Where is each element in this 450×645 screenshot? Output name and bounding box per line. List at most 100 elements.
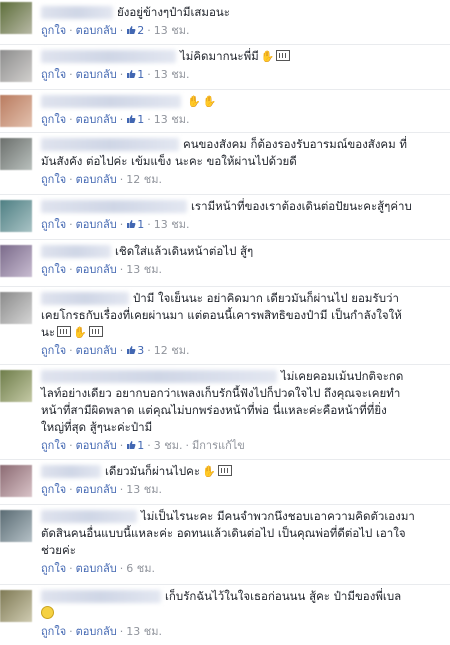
comment-item: ไม่เคยคอมเม้นปกติจะกด ไลท์อย่างเดียว อยา… — [0, 364, 450, 459]
edited-label[interactable]: มีการแก้ไข — [192, 439, 245, 452]
thumbs-up-icon — [127, 115, 136, 123]
comment-text: ไลท์อย่างเดียว อยากบอกว่าเพลงเก็บรักนี้ฟ… — [41, 386, 401, 400]
like-button[interactable]: ถูกใจ — [41, 439, 66, 452]
comment-time[interactable]: 13 ชม. — [154, 24, 190, 37]
comment-text: นะ — [41, 325, 56, 339]
avatar[interactable] — [0, 50, 32, 82]
avatar[interactable] — [0, 292, 32, 324]
comment-item: ป๋ามี ใจเย็นนะ อย่าคิดมาก เดียวมันก็ผ่าน… — [0, 286, 450, 364]
hand-emoji-icon: ✋ — [202, 95, 217, 108]
unsupported-emoji-icon — [276, 50, 291, 61]
avatar[interactable] — [0, 510, 32, 542]
comment-item: ไม่เป็นไรนะคะ มีคนจำพวกนึงชอบเอาความคิดต… — [0, 504, 450, 584]
avatar[interactable] — [0, 138, 32, 170]
comment-meta: ถูกใจ · ตอบกลับ · 1 · 13 ชม. — [41, 113, 190, 126]
comment-meta: ถูกใจ · ตอบกลับ · 3 · 12 ชม. — [41, 344, 190, 357]
comment-meta: ถูกใจ · ตอบกลับ · 13 ชม. — [41, 483, 162, 496]
hand-emoji-icon: ✋ — [73, 326, 87, 339]
reply-button[interactable]: ตอบกลับ — [76, 218, 117, 231]
unsupported-emoji-icon — [88, 326, 103, 337]
commenter-name[interactable] — [41, 292, 129, 305]
hand-emoji-icon: ✋ — [202, 465, 216, 478]
like-button[interactable]: ถูกใจ — [41, 263, 66, 276]
unsupported-emoji-icon — [57, 326, 72, 337]
like-button[interactable]: ถูกใจ — [41, 218, 66, 231]
like-button[interactable]: ถูกใจ — [41, 625, 66, 638]
comment-text: เคยโกรธกับเรื่องที่เคยผ่านมา แต่ตอนนี้เค… — [41, 308, 402, 322]
comment-meta: ถูกใจ · ตอบกลับ · 13 ชม. — [41, 263, 162, 276]
comment-text: หน้าที่สามีผิดพลาด แต่คุณไม่บกพร่องหน้าท… — [41, 403, 387, 417]
commenter-name[interactable] — [41, 50, 176, 63]
comment-text: ไม่เป็นไรนะคะ มีคนจำพวกนึงชอบเอาความคิดต… — [141, 509, 415, 523]
comment-text: คนของสังคม ก็ต้องรองรับอารมณ์ของสังคม ที… — [183, 137, 407, 151]
commenter-name[interactable] — [41, 200, 187, 213]
like-count[interactable]: 1 — [126, 439, 144, 452]
comment-time[interactable]: 13 ชม. — [154, 218, 190, 231]
avatar[interactable] — [0, 370, 32, 402]
thumbs-up-icon — [127, 220, 136, 228]
like-button[interactable]: ถูกใจ — [41, 344, 66, 357]
reply-button[interactable]: ตอบกลับ — [76, 263, 117, 276]
comment-meta: ถูกใจ · ตอบกลับ · 6 ชม. — [41, 562, 155, 575]
comment-time[interactable]: 13 ชม. — [126, 625, 162, 638]
avatar[interactable] — [0, 2, 32, 34]
avatar[interactable] — [0, 95, 32, 127]
comment-item: เรามีหน้าที่ของเราต้องเดินต่อปัยนะคะสู้ๆ… — [0, 194, 450, 239]
comment-time[interactable]: 13 ชม. — [154, 68, 190, 81]
avatar[interactable] — [0, 465, 32, 497]
reply-button[interactable]: ตอบกลับ — [76, 439, 117, 452]
commenter-name[interactable] — [41, 138, 179, 151]
reply-button[interactable]: ตอบกลับ — [76, 562, 117, 575]
like-button[interactable]: ถูกใจ — [41, 24, 66, 37]
like-button[interactable]: ถูกใจ — [41, 173, 66, 186]
comment-item: ✋ ✋ ถูกใจ · ตอบกลับ · 1 · 13 ชม. — [0, 89, 450, 132]
avatar[interactable] — [0, 200, 32, 232]
reply-button[interactable]: ตอบกลับ — [76, 68, 117, 81]
comment-time[interactable]: 13 ชม. — [154, 113, 190, 126]
comment-text: ตัดสินคนอื่นแบบนี้แหละค่ะ อดทนแล้วเดินต่… — [41, 526, 406, 540]
thumbs-up-icon — [127, 441, 136, 449]
like-button[interactable]: ถูกใจ — [41, 562, 66, 575]
like-count[interactable]: 3 — [126, 344, 144, 357]
comment-text: เก็บรักฉันไว้ในใจเธอก่อนนน สู้คะ ป๋ามีขอ… — [165, 589, 402, 603]
comment-time[interactable]: 12 ชม. — [126, 173, 162, 186]
commenter-name[interactable] — [41, 95, 181, 108]
comment-time[interactable]: 12 ชม. — [154, 344, 190, 357]
commenter-name[interactable] — [41, 510, 137, 523]
like-button[interactable]: ถูกใจ — [41, 68, 66, 81]
like-count[interactable]: 1 — [126, 218, 144, 231]
commenter-name[interactable] — [41, 245, 111, 258]
comment-text: ใหญ่ที่สุด สู้ๆนะค่ะป๋ามี — [41, 420, 153, 434]
comment-text: มันสังคัง ต่อไปค่ะ เข้มแข็ง นะคะ ขอให้ผ่… — [41, 154, 297, 168]
commenter-name[interactable] — [41, 590, 161, 603]
commenter-name[interactable] — [41, 6, 113, 19]
reply-button[interactable]: ตอบกลับ — [76, 344, 117, 357]
hand-emoji-icon: ✋ — [260, 50, 275, 63]
commenter-name[interactable] — [41, 465, 101, 478]
comment-item: เชิดใส่แล้วเดินหน้าต่อไป สู้ๆ ถูกใจ · ตอบก… — [0, 239, 450, 286]
avatar[interactable] — [0, 590, 32, 622]
comment-item: เก็บรักฉันไว้ในใจเธอก่อนนน สู้คะ ป๋ามีขอ… — [0, 584, 450, 645]
like-count[interactable]: 1 — [126, 68, 144, 81]
reply-button[interactable]: ตอบกลับ — [76, 173, 117, 186]
reply-button[interactable]: ตอบกลับ — [76, 625, 117, 638]
unsupported-emoji-icon — [217, 465, 232, 476]
reply-button[interactable]: ตอบกลับ — [76, 24, 117, 37]
reply-button[interactable]: ตอบกลับ — [76, 113, 117, 126]
commenter-name[interactable] — [41, 370, 277, 383]
comment-time[interactable]: 13 ชม. — [126, 483, 162, 496]
reply-button[interactable]: ตอบกลับ — [76, 483, 117, 496]
comment-time[interactable]: 13 ชม. — [126, 263, 162, 276]
thumbs-up-icon — [127, 70, 136, 78]
like-count[interactable]: 2 — [126, 24, 144, 37]
like-button[interactable]: ถูกใจ — [41, 483, 66, 496]
thumbs-up-icon — [127, 346, 136, 354]
comment-text: ไม่เคยคอมเม้นปกติจะกด — [281, 369, 404, 383]
comment-time[interactable]: 6 ชม. — [126, 562, 155, 575]
comment-time[interactable]: 3 ชม. — [154, 439, 183, 452]
like-count[interactable]: 1 — [126, 113, 144, 126]
like-button[interactable]: ถูกใจ — [41, 113, 66, 126]
comment-text: ไม่คิดมากนะพี่มี — [180, 49, 259, 63]
comment-text: ป๋ามี ใจเย็นนะ อย่าคิดมาก เดียวมันก็ผ่าน… — [133, 291, 399, 305]
avatar[interactable] — [0, 245, 32, 277]
